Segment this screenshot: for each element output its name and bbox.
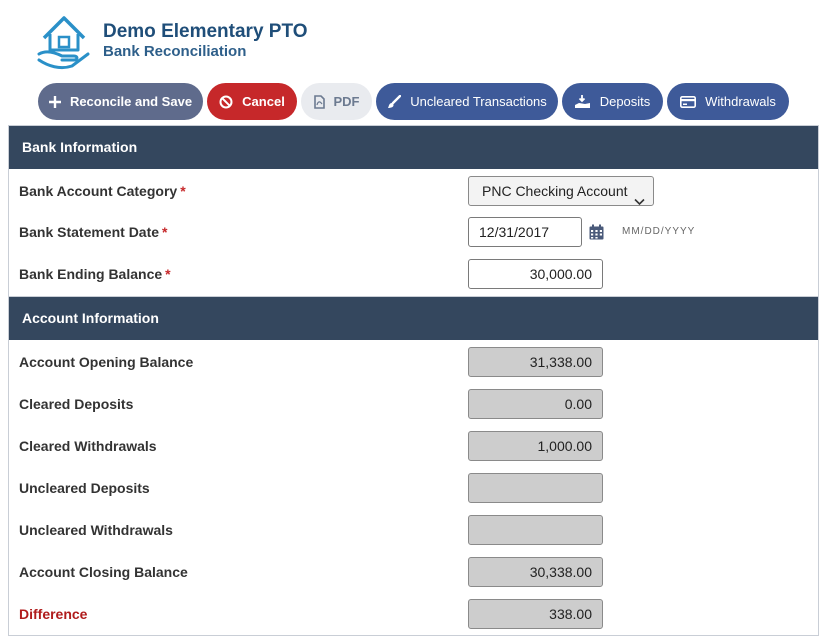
account-closing-balance-field: 30,338.00 bbox=[468, 557, 603, 587]
chevron-down-icon bbox=[634, 187, 645, 215]
account-closing-balance-row: Account Closing Balance 30,338.00 bbox=[9, 557, 818, 587]
calendar-icon[interactable] bbox=[589, 224, 604, 245]
required-marker: * bbox=[162, 224, 168, 240]
credit-card-icon bbox=[680, 95, 697, 108]
date-format-hint: MM/DD/YYYY bbox=[622, 226, 696, 237]
deposits-button-label: Deposits bbox=[599, 94, 651, 109]
ban-icon bbox=[219, 95, 233, 109]
house-in-hand-icon bbox=[36, 10, 92, 72]
cleared-deposits-label: Cleared Deposits bbox=[19, 396, 134, 412]
uncleared-deposits-field bbox=[468, 473, 603, 503]
cleared-withdrawals-row: Cleared Withdrawals 1,000.00 bbox=[9, 431, 818, 461]
app-header: Demo Elementary PTO Bank Reconciliation bbox=[36, 10, 436, 72]
account-information-heading: Account Information bbox=[9, 297, 818, 340]
paintbrush-icon bbox=[387, 94, 402, 109]
action-toolbar: Reconcile and Save Cancel PDF Uncleared … bbox=[0, 83, 830, 120]
uncleared-withdrawals-label: Uncleared Withdrawals bbox=[19, 522, 173, 538]
cleared-deposits-row: Cleared Deposits 0.00 bbox=[9, 389, 818, 419]
plus-icon bbox=[48, 95, 61, 108]
hand-holding-dollar-icon bbox=[574, 94, 591, 109]
required-marker: * bbox=[165, 266, 171, 282]
pdf-button-label: PDF bbox=[333, 94, 360, 109]
bank-account-category-select[interactable]: PNC Checking Account bbox=[468, 176, 654, 206]
bank-statement-date-label: Bank Statement Date * bbox=[19, 224, 168, 240]
account-opening-balance-row: Account Opening Balance 31,338.00 bbox=[9, 347, 818, 377]
difference-field: 338.00 bbox=[468, 599, 603, 629]
uncleared-button-label: Uncleared Transactions bbox=[410, 94, 547, 109]
page-subtitle: Bank Reconciliation bbox=[103, 43, 247, 60]
deposits-button[interactable]: Deposits bbox=[562, 83, 663, 120]
withdrawals-button[interactable]: Withdrawals bbox=[667, 83, 789, 120]
required-marker: * bbox=[180, 183, 186, 199]
account-closing-balance-label: Account Closing Balance bbox=[19, 564, 188, 580]
bank-information-panel: Bank Information Bank Account Category * … bbox=[8, 125, 819, 297]
cleared-deposits-field: 0.00 bbox=[468, 389, 603, 419]
difference-row: Difference 338.00 bbox=[9, 599, 818, 629]
uncleared-transactions-button[interactable]: Uncleared Transactions bbox=[376, 83, 558, 120]
difference-label: Difference bbox=[19, 606, 88, 622]
reconcile-button-label: Reconcile and Save bbox=[69, 94, 193, 109]
bank-statement-date-row: Bank Statement Date * 12/31/2017 MM/DD/YY… bbox=[9, 217, 818, 247]
bank-ending-balance-input[interactable]: 30,000.00 bbox=[468, 259, 603, 289]
account-opening-balance-label: Account Opening Balance bbox=[19, 354, 194, 370]
account-opening-balance-field: 31,338.00 bbox=[468, 347, 603, 377]
cleared-withdrawals-label: Cleared Withdrawals bbox=[19, 438, 157, 454]
uncleared-withdrawals-field bbox=[468, 515, 603, 545]
bank-account-category-label: Bank Account Category * bbox=[19, 183, 186, 199]
cancel-button-label: Cancel bbox=[242, 94, 285, 109]
bank-ending-balance-label: Bank Ending Balance * bbox=[19, 266, 171, 282]
uncleared-deposits-row: Uncleared Deposits bbox=[9, 473, 818, 503]
uncleared-deposits-label: Uncleared Deposits bbox=[19, 480, 150, 496]
file-pdf-icon bbox=[313, 94, 325, 109]
cleared-withdrawals-field: 1,000.00 bbox=[468, 431, 603, 461]
pdf-button[interactable]: PDF bbox=[301, 83, 372, 120]
withdrawals-button-label: Withdrawals bbox=[705, 94, 776, 109]
bank-information-heading: Bank Information bbox=[9, 126, 818, 169]
cancel-button[interactable]: Cancel bbox=[207, 83, 297, 120]
bank-statement-date-input[interactable]: 12/31/2017 bbox=[468, 217, 582, 247]
org-name: Demo Elementary PTO bbox=[103, 21, 308, 42]
bank-account-category-row: Bank Account Category * PNC Checking Acco… bbox=[9, 176, 818, 206]
bank-ending-balance-row: Bank Ending Balance * 30,000.00 bbox=[9, 259, 818, 289]
uncleared-withdrawals-row: Uncleared Withdrawals bbox=[9, 515, 818, 545]
account-information-panel: Account Information Account Opening Bala… bbox=[8, 296, 819, 636]
reconcile-and-save-button[interactable]: Reconcile and Save bbox=[38, 83, 203, 120]
